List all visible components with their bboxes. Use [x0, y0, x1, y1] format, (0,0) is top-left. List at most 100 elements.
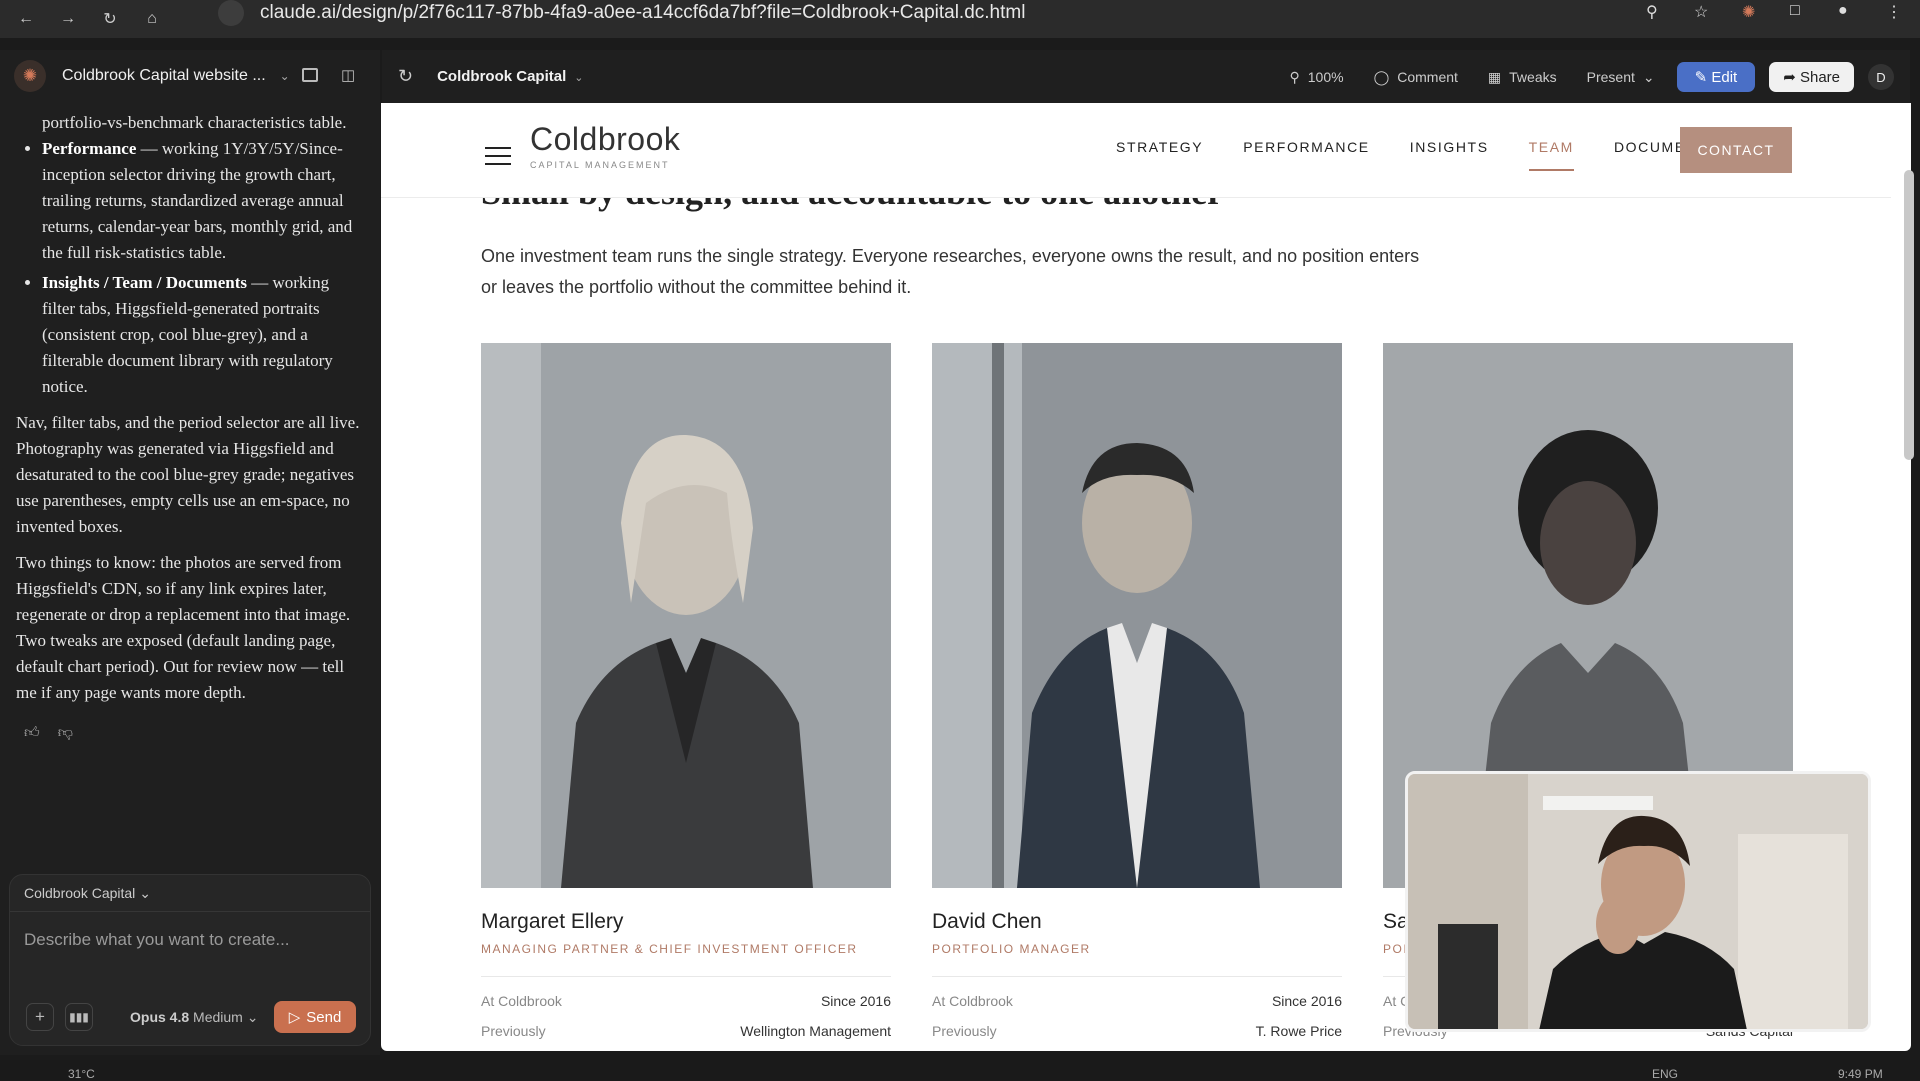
voice-icon[interactable]: ▮▮▮	[65, 1003, 93, 1031]
browser-toolbar: ← → ↻ ⌂ claude.ai/design/p/2f76c117-87bb…	[0, 0, 1920, 38]
thumbs-up-icon[interactable]: 👍︎	[24, 720, 40, 746]
claude-extension-icon[interactable]: ✺	[1742, 2, 1764, 24]
chevron-down-icon: ⌄	[139, 885, 151, 901]
zoom-level: 100%	[1307, 69, 1344, 85]
url-text: claude.ai/design/p/2f76c117-87bb-4fa9-a0…	[260, 2, 1026, 23]
zoom-icon[interactable]: ⚲	[1646, 2, 1668, 24]
nav-insights[interactable]: INSIGHTS	[1410, 139, 1489, 171]
share-button[interactable]: ➦ Share	[1769, 62, 1854, 92]
send-button[interactable]: ▷ Send	[274, 1001, 356, 1033]
edit-button[interactable]: ✎ Edit	[1676, 62, 1756, 92]
previous-value: T. Rowe Price	[1255, 1023, 1342, 1039]
project-selector[interactable]: Coldbrook Capital ⌄	[24, 885, 151, 902]
model-selector[interactable]: Opus 4.8 Medium ⌄	[130, 1009, 258, 1026]
project-label: Coldbrook Capital	[24, 885, 136, 901]
portrait-photo	[932, 343, 1342, 888]
send-label: Send	[306, 1008, 342, 1026]
main-nav: STRATEGY PERFORMANCE INSIGHTS TEAM DOCUM…	[1116, 139, 1719, 171]
share-icon: ➦	[1783, 69, 1796, 86]
intro-text: One investment team runs the single stra…	[481, 246, 1420, 297]
refresh-icon[interactable]: ↻	[398, 66, 413, 87]
project-title: Coldbrook Capital	[437, 68, 567, 85]
person-name: Margaret Ellery	[481, 910, 624, 933]
project-menu[interactable]: Coldbrook Capital ⌄	[437, 68, 583, 85]
chevron-down-icon[interactable]: ⌄	[280, 69, 290, 83]
webcam-overlay	[1405, 771, 1871, 1032]
design-toolbar: ↻ Coldbrook Capital ⌄ ⚲ 100% ◯ Comment ▦ Twe…	[382, 50, 1910, 103]
effort-level: Medium	[193, 1009, 243, 1025]
edit-label: Edit	[1711, 69, 1738, 86]
person-role: MANAGING PARTNER & CHIEF INVESTMENT OFFI…	[481, 942, 858, 956]
tenure-label: At Coldbrook	[481, 993, 562, 1009]
chat-sidebar: ✺ Coldbrook Capital website ... ⌄ ◫ port…	[0, 50, 380, 1055]
share-label: Share	[1799, 69, 1840, 86]
pencil-icon: ✎	[1694, 69, 1708, 86]
canvas-scrollbar[interactable]	[1904, 106, 1914, 1050]
panel-toggle-icon[interactable]	[302, 68, 318, 82]
os-taskbar: 31°C ENG 9:49 PM	[0, 1060, 1920, 1081]
conversation-title[interactable]: Coldbrook Capital website ...	[62, 67, 266, 85]
star-icon[interactable]: ☆	[1694, 2, 1716, 24]
comment-button[interactable]: ◯ Comment	[1366, 69, 1466, 86]
divider	[10, 911, 370, 912]
tenure-value: Since 2016	[820, 993, 891, 1009]
site-info-icon[interactable]	[218, 0, 244, 26]
present-button[interactable]: Present ⌄	[1579, 69, 1663, 86]
tweaks-button[interactable]: ▦ Tweaks	[1480, 69, 1565, 86]
team-card[interactable]: Margaret Ellery MANAGING PARTNER & CHIEF…	[481, 343, 891, 1039]
tweaks-icon: ▦	[1487, 68, 1502, 85]
bullet-bold: Performance	[42, 139, 137, 158]
team-card[interactable]: David Chen PORTFOLIO MANAGER At Coldbroo…	[932, 343, 1342, 1039]
address-bar[interactable]: claude.ai/design/p/2f76c117-87bb-4fa9-a0…	[210, 0, 1025, 26]
claude-logo-icon[interactable]: ✺	[14, 60, 46, 92]
message-paragraph: Two things to know: the photos are serve…	[16, 553, 351, 702]
assistant-message: portfolio-vs-benchmark characteristics t…	[16, 110, 363, 746]
divider	[932, 976, 1342, 977]
previous-row: Previously Wellington Management	[481, 1023, 891, 1039]
nav-strategy[interactable]: STRATEGY	[1116, 139, 1203, 171]
portrait-photo	[481, 343, 891, 888]
nav-performance[interactable]: PERFORMANCE	[1243, 139, 1370, 171]
brand-name: Coldbrook	[530, 121, 681, 157]
forward-icon[interactable]: →	[52, 3, 84, 35]
site-logo[interactable]: Coldbrook CAPITAL MANAGEMENT	[530, 121, 680, 170]
prompt-input[interactable]	[24, 925, 354, 955]
model-name: Opus 4.8	[130, 1009, 190, 1025]
hamburger-menu-icon[interactable]	[485, 147, 511, 167]
sidebar-header: ✺ Coldbrook Capital website ... ⌄ ◫	[14, 50, 369, 102]
clock: 9:49 PM	[1838, 1067, 1883, 1081]
divider	[481, 976, 891, 977]
nav-team[interactable]: TEAM	[1528, 139, 1574, 171]
list-item: Insights / Team / Documents — working fi…	[42, 270, 363, 400]
site-header: Coldbrook CAPITAL MANAGEMENT STRATEGY PE…	[381, 103, 1891, 198]
home-icon[interactable]: ⌂	[136, 3, 168, 35]
comment-label: Comment	[1397, 69, 1458, 85]
present-label: Present	[1586, 69, 1635, 85]
bell-icon[interactable]: ◫	[341, 66, 355, 84]
language-indicator[interactable]: ENG	[1652, 1067, 1678, 1081]
user-avatar[interactable]: D	[1868, 64, 1894, 90]
weather-temp: 31°C	[68, 1067, 95, 1081]
extensions-icon[interactable]: □	[1790, 2, 1812, 24]
previous-row: Previously T. Rowe Price	[932, 1023, 1342, 1039]
reload-icon[interactable]: ↻	[94, 3, 126, 35]
composer: Coldbrook Capital ⌄ + ▮▮▮ Opus 4.8 Mediu…	[9, 874, 371, 1046]
message-paragraph: Nav, filter tabs, and the period selecto…	[16, 413, 360, 536]
tenure-label: At Coldbrook	[932, 993, 1013, 1009]
person-role: PORTFOLIO MANAGER	[932, 942, 1091, 956]
tenure-value: Since 2016	[1271, 993, 1342, 1009]
scrollbar-thumb[interactable]	[1904, 170, 1914, 460]
back-icon[interactable]: ←	[10, 3, 42, 35]
contact-button[interactable]: CONTACT	[1680, 127, 1792, 173]
previous-value: Wellington Management	[740, 1023, 891, 1039]
person-name: David Chen	[932, 910, 1042, 933]
thumbs-down-icon[interactable]: 👎︎	[58, 720, 73, 746]
menu-icon[interactable]: ⋮	[1886, 2, 1908, 24]
bullet-bold: Insights / Team / Documents	[42, 273, 247, 292]
profile-avatar[interactable]: ●	[1838, 2, 1860, 24]
previous-label: Previously	[481, 1023, 546, 1039]
message-bullets: Performance — working 1Y/3Y/5Y/Since-inc…	[42, 136, 363, 400]
plus-icon[interactable]: +	[26, 1003, 54, 1031]
zoom-control[interactable]: ⚲ 100%	[1281, 69, 1351, 86]
search-icon: ⚲	[1289, 68, 1300, 85]
